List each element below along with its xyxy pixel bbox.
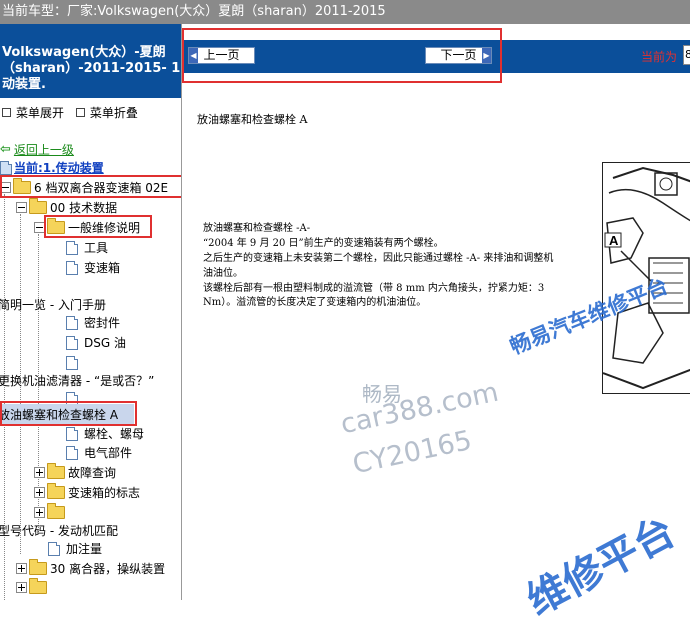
tree-item[interactable]: 变速箱的标志 xyxy=(34,482,140,502)
collapse-all-link[interactable]: 菜单折叠 xyxy=(90,104,138,121)
current-page-label: 当前为 xyxy=(641,50,678,64)
folder-icon xyxy=(47,503,65,519)
paragraph: “2004 年 9 月 20 日”前生产的变速箱装有两个螺栓。 xyxy=(203,238,444,250)
watermark-brand-lower: 维修平台 xyxy=(519,508,683,625)
expand-toggle-icon[interactable] xyxy=(34,507,45,518)
paragraph: 之后生产的变速箱上未安装第二个螺栓，因此只能通过螺栓 -A- 来排油和调整机油油… xyxy=(203,253,554,279)
expand-toggle-icon[interactable] xyxy=(34,467,45,478)
tree-item[interactable]: 电气部件 xyxy=(66,442,132,462)
document-icon xyxy=(66,315,78,330)
highlight-box xyxy=(0,401,137,426)
document-icon xyxy=(48,541,60,556)
tree-item[interactable]: DSG 油 xyxy=(66,332,126,352)
tree-item[interactable]: 变速箱 xyxy=(66,257,120,277)
page-icon xyxy=(0,160,12,175)
collapse-toggle-icon[interactable] xyxy=(16,202,27,213)
document-icon xyxy=(66,335,78,350)
expand-all-link[interactable]: 菜单展开 xyxy=(16,104,64,121)
watermark-code: CY20165 xyxy=(350,424,475,481)
tree-item[interactable]: 更换机油滤清器 - “是或否？” xyxy=(0,370,154,390)
document-icon xyxy=(66,240,78,255)
paragraph: 放油螺塞和检查螺栓 -A- xyxy=(203,223,311,234)
current-page-input[interactable]: 8 xyxy=(683,45,690,65)
watermark-site: car388.com xyxy=(338,376,502,441)
folder-icon xyxy=(29,559,47,575)
highlight-box xyxy=(182,28,502,83)
tree-item[interactable]: 型号代码 - 发动机匹配 xyxy=(0,520,118,540)
tree-item[interactable]: 加注量 xyxy=(48,538,102,558)
document-icon xyxy=(66,260,78,275)
tree-item[interactable]: 30 离合器，操纵装置 xyxy=(16,558,165,578)
header-line: （sharan）-2011-2015- 1.传 xyxy=(2,61,182,76)
expand-icon xyxy=(2,108,11,117)
menu-toggle-bar: 菜单展开 菜单折叠 xyxy=(0,104,138,121)
tree-item[interactable]: 螺栓、螺母 xyxy=(66,423,144,443)
tree-item[interactable]: 工具 xyxy=(66,237,108,257)
content-title: 放油螺塞和检查螺栓 A xyxy=(197,113,308,126)
left-tree-panel[interactable]: Volkswagen(大众）-夏朗 （sharan）-2011-2015- 1.… xyxy=(0,24,182,600)
folder-icon xyxy=(47,463,65,479)
left-panel-header: Volkswagen(大众）-夏朗 （sharan）-2011-2015- 1.… xyxy=(0,24,181,98)
tree-item[interactable]: 故障查询 xyxy=(34,462,116,482)
expand-toggle-icon[interactable] xyxy=(16,563,27,574)
document-icon xyxy=(66,355,78,370)
document-icon xyxy=(66,426,78,441)
highlight-box xyxy=(0,175,181,198)
vehicle-info-text: 当前车型：厂家:Volkswagen(大众）夏朗（sharan）2011-201… xyxy=(2,4,386,19)
header-line: Volkswagen(大众）-夏朗 xyxy=(2,45,166,60)
tree-item[interactable] xyxy=(34,502,68,522)
tree-item[interactable]: 简明一览 - 入门手册 xyxy=(0,294,106,314)
gearbox-illustration: A xyxy=(602,162,690,394)
paragraph: 该螺栓后部有一根由塑料制成的溢流管（带 8 mm 内六角接头，拧紧力矩：3 Nm… xyxy=(203,282,545,309)
header-line: 动装置. xyxy=(2,77,46,92)
highlight-box xyxy=(44,215,152,238)
vehicle-info-bar: 当前车型：厂家:Volkswagen(大众）夏朗（sharan）2011-201… xyxy=(0,0,690,24)
folder-icon xyxy=(29,578,47,594)
tree-item[interactable] xyxy=(16,577,50,597)
content-body: 放油螺塞和检查螺栓 -A- “2004 年 9 月 20 日”前生产的变速箱装有… xyxy=(203,222,586,310)
collapse-icon xyxy=(75,108,85,117)
expand-toggle-icon[interactable] xyxy=(16,582,27,593)
watermark-brand-short: 畅易 xyxy=(362,382,402,406)
gearbox-drawing xyxy=(603,166,690,390)
tree-item[interactable]: 密封件 xyxy=(66,312,120,332)
back-link[interactable]: ⇦ 返回上一级 xyxy=(0,139,74,159)
document-icon xyxy=(66,445,78,460)
tree-item[interactable]: 00 技术数据 xyxy=(16,197,117,217)
current-item[interactable]: 当前:1.传动装置 xyxy=(0,157,104,177)
expand-toggle-icon[interactable] xyxy=(34,487,45,498)
folder-icon xyxy=(47,483,65,499)
folder-icon xyxy=(29,198,47,214)
tree-item[interactable] xyxy=(66,352,84,372)
figure-label: A xyxy=(609,233,619,248)
